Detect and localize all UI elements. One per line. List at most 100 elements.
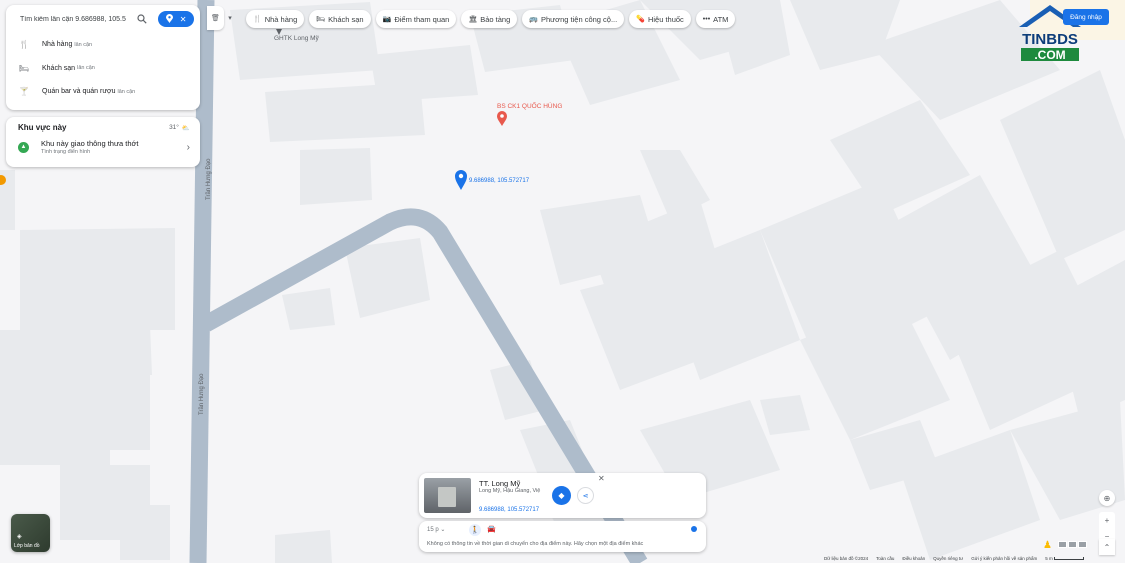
hotel-icon: 🛏 <box>18 63 30 73</box>
share-button[interactable]: ⋖ <box>577 487 594 504</box>
close-search-icon[interactable]: ✕ <box>180 15 187 24</box>
pegman-icon[interactable]: ♟ <box>1043 540 1052 551</box>
area-header: Khu vực này 31° ⛅ <box>6 117 200 132</box>
caret-down-icon: ▾ <box>228 15 232 22</box>
directions-pin-icon[interactable] <box>165 13 173 25</box>
restaurant-icon: 🍴 <box>253 16 262 23</box>
chip-label: Bảo tàng <box>480 14 511 24</box>
place-address: Long Mỹ, Hậu Giang, Việ <box>479 488 541 494</box>
chip-attractions[interactable]: 📷 Điểm tham quan <box>375 10 457 28</box>
footer-link-terms[interactable]: Điều khoản <box>902 556 925 561</box>
more-icon: ••• <box>702 15 711 23</box>
chip-label: Khách sạn <box>328 14 364 24</box>
layers-icon: ◈ <box>17 534 22 540</box>
car-icon[interactable]: 🚘 <box>487 525 496 533</box>
chip-label: Điểm tham quan <box>394 14 450 24</box>
place-thumbnail[interactable] <box>424 478 471 513</box>
street-label-south: Trần Hưng Đạo <box>199 373 205 415</box>
watermark-line1: TINBDS <box>1022 31 1078 48</box>
layers-button[interactable]: ◈ Lớp bản đồ <box>11 514 50 552</box>
chip-transit[interactable]: 🚌 Phương tiện công cộ... <box>522 10 625 28</box>
search-bar: ✕ <box>6 5 200 33</box>
chip-hotels[interactable]: 🛏 Khách sạn <box>309 10 371 28</box>
zoom-in-button[interactable]: + <box>1099 512 1115 528</box>
category-menu-button[interactable]: ▾ <box>224 6 236 30</box>
travel-mode-label: 15 p <box>427 527 439 533</box>
layers-label: Lớp bản đồ <box>14 543 40 549</box>
search-icon[interactable] <box>134 11 150 27</box>
search-panel: ✕ 🍴 Nhà hàng lân cận 🛏 Khách sạn lân cận… <box>6 5 200 110</box>
suggestion-label: Khách sạn <box>42 64 76 72</box>
traffic-icon: ▲ <box>18 141 29 153</box>
chip-restaurants[interactable]: 🍴 Nhà hàng <box>246 10 305 28</box>
chip-label: Nhà hàng <box>264 14 298 24</box>
travel-message: Không có thông tin về thời gian di chuyể… <box>427 541 644 547</box>
imagery-thumb[interactable] <box>1068 541 1077 548</box>
caret-down-icon: ⌄ <box>440 527 446 533</box>
poi-label[interactable]: BS CK1 QUỐC HÙNG <box>497 103 562 110</box>
scale-label: 5 m <box>1045 556 1053 561</box>
chip-pharmacies[interactable]: 💊 Hiệu thuốc <box>629 10 691 28</box>
suggestion-restaurants[interactable]: 🍴 Nhà hàng lân cận <box>6 33 200 57</box>
share-icon: ⋖ <box>582 492 589 500</box>
travel-mode-select[interactable]: 15 p ⌄ <box>427 526 445 533</box>
trash-icon: 🗑 <box>211 15 220 22</box>
footer-link-privacy[interactable]: Quyền riêng tư <box>933 556 963 561</box>
pin-coords-label: 9.686988, 105.572717 <box>469 178 530 184</box>
traffic-row[interactable]: ▲ Khu này giao thông thưa thớt Tình trạn… <box>6 132 200 155</box>
hotel-icon: 🛏 <box>316 16 326 23</box>
close-icon[interactable]: ✕ <box>598 474 605 483</box>
museum-icon: 🏛 <box>468 16 478 23</box>
chevron-right-icon[interactable]: › <box>187 142 190 153</box>
chip-label: ATM <box>713 14 729 24</box>
place-coords[interactable]: 9.686988, 105.572717 <box>479 507 539 513</box>
directions-pill[interactable]: ✕ <box>158 11 194 27</box>
suggestion-label: Nhà hàng <box>42 41 73 49</box>
login-button[interactable]: Đăng nhập <box>1063 9 1109 25</box>
street-label-north: Trần Hưng Đạo <box>206 158 212 200</box>
traffic-title: Khu này giao thông thưa thớt <box>41 139 139 148</box>
area-panel: Khu vực này 31° ⛅ ▲ Khu này giao thông t… <box>6 117 200 167</box>
chip-atm[interactable]: ••• ATM <box>695 10 736 28</box>
chip-museums[interactable]: 🏛 Bảo tàng <box>461 10 518 28</box>
chip-label: Phương tiện công cộ... <box>540 14 618 24</box>
footer-link-global[interactable]: Toàn cầu <box>876 556 894 561</box>
travel-card: 15 p ⌄ 🚶 🚘 Không có thông tin về thời gi… <box>419 521 706 552</box>
transit-icon: 🚌 <box>529 16 538 23</box>
chip-label: Hiệu thuốc <box>647 14 684 24</box>
walk-icon[interactable]: 🚶 <box>469 524 481 536</box>
suggestion-sub: lân cận <box>74 41 93 48</box>
scale-bar[interactable]: 5 m <box>1045 556 1085 561</box>
map-copyright: Dữ liệu bản đồ ©2024 <box>824 556 869 561</box>
place-card: TT. Long Mỹ Long Mỹ, Hậu Giang, Việ 9.68… <box>419 473 706 518</box>
expand-up-icon[interactable]: ⌃ <box>1099 539 1115 555</box>
traffic-text: Khu này giao thông thưa thớt Tình trạng … <box>41 139 139 155</box>
area-title: Khu vực này <box>18 123 67 132</box>
directions-button[interactable]: ◆ <box>552 486 571 505</box>
suggestion-sub: lân cận <box>117 88 136 95</box>
traffic-subtitle: Tình trạng điển hình <box>41 149 91 155</box>
imagery-thumbnails[interactable] <box>1058 541 1087 548</box>
my-location-icon[interactable]: ⊕ <box>1099 490 1115 506</box>
bar-icon: 🍸 <box>19 87 29 97</box>
pharmacy-icon: 💊 <box>636 16 645 23</box>
footer-link-feedback[interactable]: Gửi ý kiến phản hồi về sản phẩm <box>971 556 1037 561</box>
category-chips: 🍴 Nhà hàng 🛏 Khách sạn 📷 Điểm tham quan 🏛 Bả… <box>246 10 736 28</box>
directions-icon: ◆ <box>558 491 565 500</box>
scale-line <box>1054 557 1085 561</box>
camera-icon: 📷 <box>382 16 392 23</box>
temperature: 31° <box>169 124 179 131</box>
partly-cloudy-icon: ⛅ <box>181 124 190 132</box>
place-title[interactable]: TT. Long Mỹ <box>479 479 520 488</box>
search-input[interactable] <box>20 15 134 23</box>
imagery-thumb[interactable] <box>1078 541 1087 548</box>
map-controls: ⊕ + − <box>1099 490 1115 544</box>
suggestion-hotels[interactable]: 🛏 Khách sạn lân cận <box>6 57 200 81</box>
weather[interactable]: 31° ⛅ <box>169 124 190 132</box>
collapse-panel-button[interactable]: 🗑 <box>207 6 224 30</box>
suggestion-bars[interactable]: 🍸 Quán bar và quán rượu lân cận <box>6 80 200 104</box>
business-label[interactable]: GHTK Long Mỹ <box>274 35 319 42</box>
imagery-thumb[interactable] <box>1058 541 1067 548</box>
map-footer: Dữ liệu bản đồ ©2024 Toàn cầu Điều khoản… <box>824 556 1085 561</box>
watermark-line2: .COM <box>1034 48 1065 62</box>
